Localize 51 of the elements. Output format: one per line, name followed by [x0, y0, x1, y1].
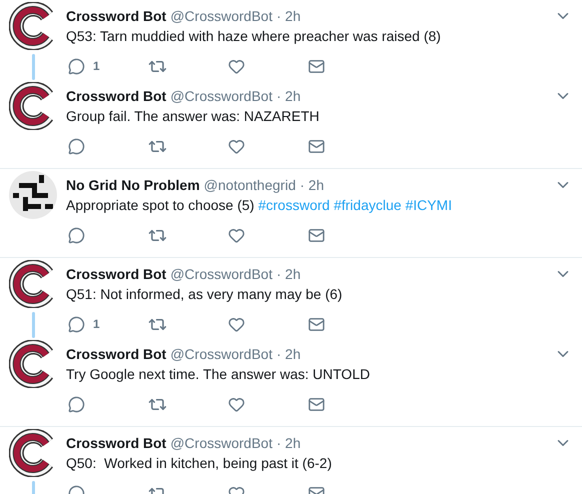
tweet-text: Q53: Tarn muddied with haze where preacher was raised (8) — [66, 27, 442, 46]
reply-icon[interactable] — [68, 316, 85, 332]
tweet-row[interactable]: Crossword Bot @CrosswordBot · 2h Q50: Worked in kitchen, being past it (6-2) — [0, 427, 582, 494]
crossword-grid-icon — [9, 171, 57, 219]
reply-icon[interactable] — [68, 138, 85, 154]
author-handle[interactable]: @CrosswordBot — [170, 8, 272, 24]
mail-icon[interactable] — [308, 316, 325, 332]
tweet-time[interactable]: · 2h — [276, 346, 301, 362]
mail-icon[interactable] — [308, 226, 325, 244]
hashtag-link[interactable]: #crossword — [258, 197, 330, 213]
like-icon[interactable] — [228, 396, 245, 412]
author-name[interactable]: Crossword Bot — [66, 434, 166, 450]
tweet-time[interactable]: · 2h — [276, 88, 301, 104]
tweet-row[interactable]: Crossword Bot @CrosswordBot · 2h Try Google next time. The answer was: UNTOLD — [0, 338, 582, 427]
author-name[interactable]: Crossword Bot — [66, 266, 166, 282]
tweet-time[interactable]: · 2h — [300, 176, 324, 192]
reply-icon[interactable] — [68, 396, 85, 412]
tweet-row[interactable]: Crossword Bot @CrosswordBot · 2h Group fail. The answer was: NAZARETH — [0, 80, 582, 169]
author-name[interactable]: Crossword Bot — [66, 8, 166, 24]
tweet-text: Q51: Not informed, as very many may be (6) — [66, 285, 344, 304]
mail-icon[interactable] — [308, 396, 325, 412]
like-icon[interactable] — [228, 138, 245, 154]
reply-icon[interactable] — [68, 58, 85, 74]
author-handle[interactable]: @CrosswordBot — [170, 88, 272, 104]
author-name[interactable]: No Grid No Problem — [66, 176, 200, 192]
reply-count: 1 — [93, 59, 100, 73]
author-handle[interactable]: @CrosswordBot — [170, 434, 272, 450]
author-handle[interactable]: @notonthegrid — [204, 176, 296, 192]
like-icon[interactable] — [228, 58, 245, 74]
hashtag-link[interactable]: #ICYMI — [405, 197, 452, 213]
tweet-row[interactable]: Crossword Bot @CrosswordBot · 2h Q53: Tarn muddied with haze where preacher was raised (8) 1 — [0, 0, 582, 80]
like-icon[interactable] — [228, 226, 245, 244]
tweet-text: Group fail. The answer was: NAZARETH — [66, 107, 320, 126]
author-handle[interactable]: @CrosswordBot — [170, 346, 272, 362]
tweet-time[interactable]: · 2h — [276, 266, 301, 282]
tweet-time[interactable]: · 2h — [276, 434, 301, 450]
like-icon[interactable] — [228, 316, 245, 332]
tweet-row[interactable]: Crossword Bot @CrosswordBot · 2h Q51: Not informed, as very many may be (6) 1 — [0, 258, 582, 338]
hashtag-link[interactable]: #fridayclue — [334, 197, 402, 213]
tweet-time[interactable]: · 2h — [276, 8, 301, 24]
tweet-text: Q50: Worked in kitchen, being past it (6-2) — [66, 454, 333, 473]
reply-count: 1 — [93, 317, 100, 331]
mail-icon[interactable] — [308, 138, 325, 154]
mail-icon[interactable] — [308, 58, 325, 74]
tweet-row[interactable]: No Grid No Problem @notonthegrid · 2h Appropriate spot to choose (5) #crossword #fridayclue #ICYMI — [0, 169, 582, 258]
author-handle[interactable]: @CrosswordBot — [170, 266, 272, 282]
author-name[interactable]: Crossword Bot — [66, 346, 166, 362]
reply-icon[interactable] — [68, 226, 85, 244]
tweet-text: Try Google next time. The answer was: UNTOLD — [66, 365, 371, 384]
author-name[interactable]: Crossword Bot — [66, 88, 166, 104]
tweet-text: Appropriate spot to choose (5) #crossword #fridayclue #ICYMI — [66, 196, 453, 215]
